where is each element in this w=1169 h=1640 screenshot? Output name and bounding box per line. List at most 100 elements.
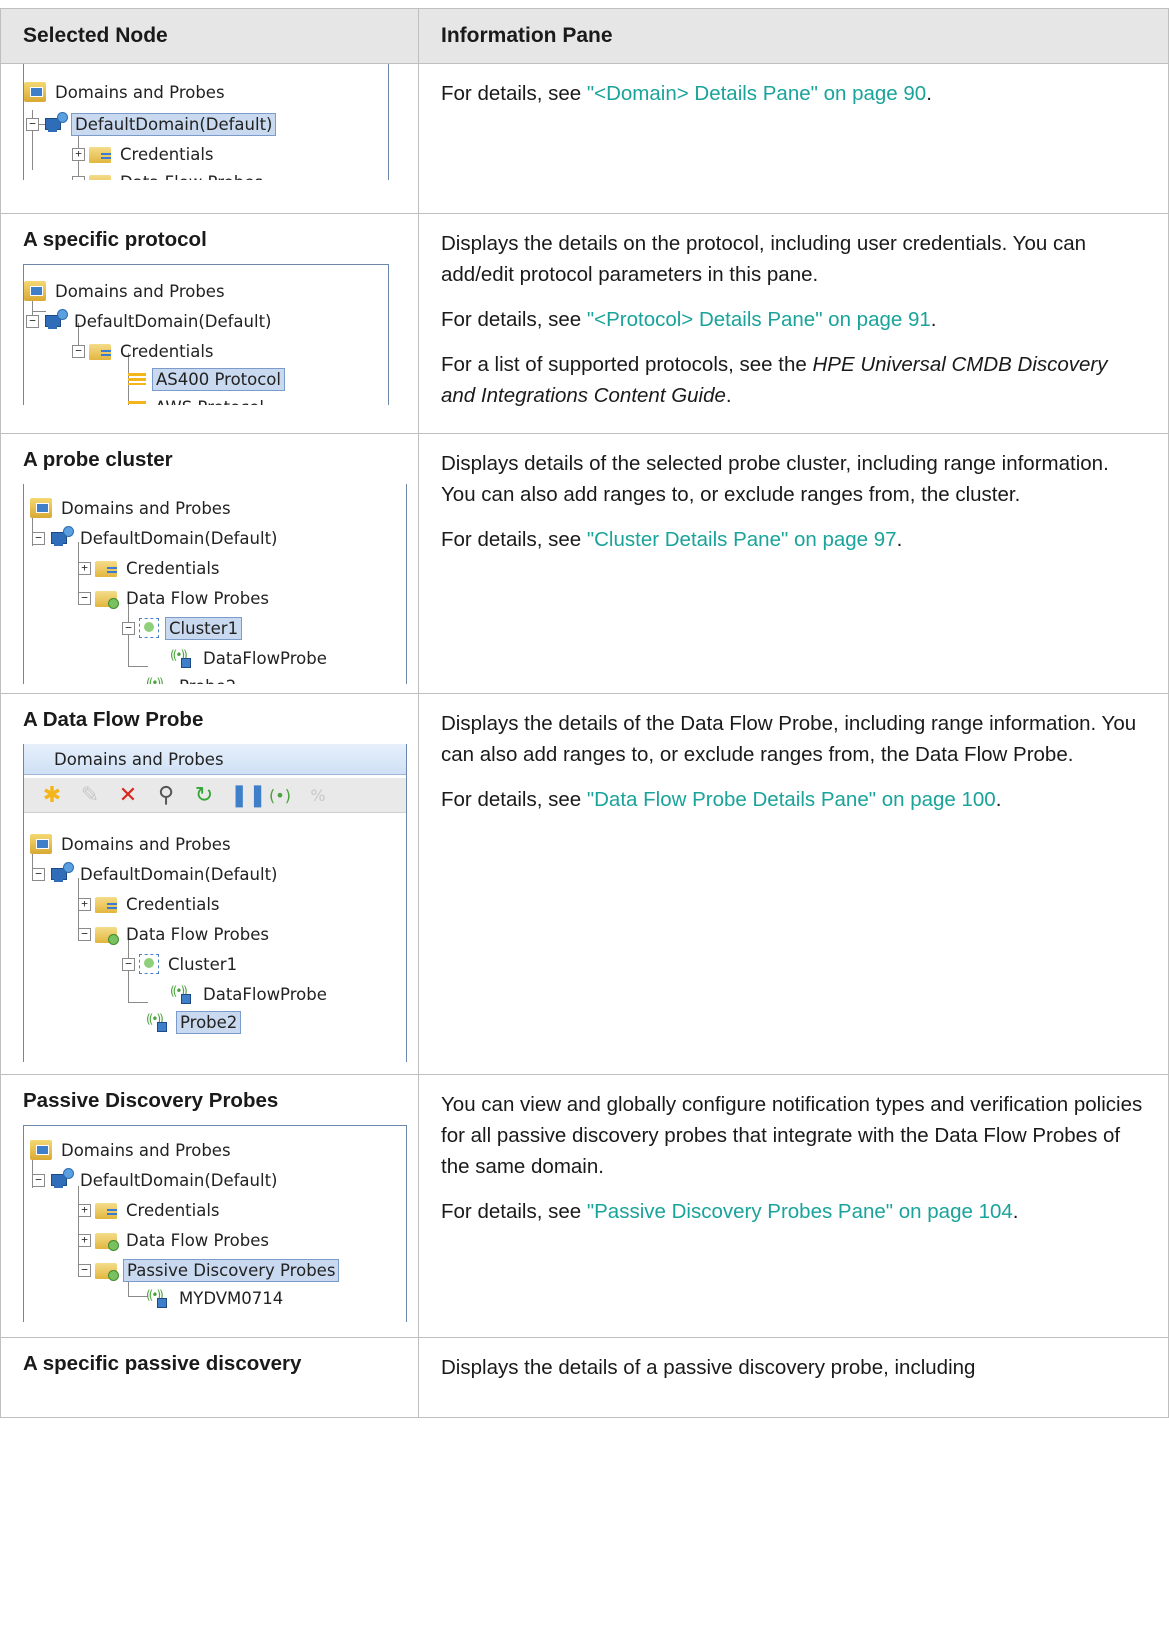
panel-toolbar: ✱ ✎ ✕ ⚲ ↻ ❚❚ (•) %	[24, 778, 406, 813]
tree-node-label: DataFlowProbe	[203, 984, 327, 1004]
domain-icon	[49, 526, 74, 548]
tree-node-default-domain[interactable]: − DefaultDomain(Default)	[32, 860, 280, 888]
probe-disabled-icon[interactable]: %	[306, 786, 330, 805]
collapse-toggle-icon[interactable]: −	[122, 957, 135, 971]
tree-node-label: DataFlowProbe	[203, 648, 327, 668]
tree-node-label: DefaultDomain(Default)	[71, 112, 277, 136]
probe-icon	[146, 676, 170, 684]
collapse-toggle-icon[interactable]: −	[26, 314, 39, 328]
tree-node-credentials[interactable]: + Credentials	[78, 1196, 223, 1224]
collapse-toggle-icon[interactable]: −	[32, 867, 45, 881]
information-pane-cell: Displays the details of the Data Flow Pr…	[418, 693, 1169, 1075]
tree-node-cluster1[interactable]: − Cluster1	[122, 614, 243, 642]
tree-node-data-flow-probes[interactable]: − Data Flow Probes	[72, 168, 266, 180]
selected-node-cell: A specific protocol Domains and Probes −…	[0, 213, 419, 434]
tree-node-data-flow-probes[interactable]: − Data Flow Probes	[78, 584, 272, 612]
tree-node-probe2[interactable]: Probe2	[146, 672, 239, 685]
cross-reference-link[interactable]: "Cluster Details Pane" on page 97	[587, 528, 897, 551]
expand-toggle-icon[interactable]: +	[72, 147, 85, 161]
collapse-toggle-icon[interactable]: −	[72, 175, 85, 180]
tree-node-label: Domains and Probes	[55, 82, 225, 102]
tree-node-credentials[interactable]: + Credentials	[78, 890, 223, 918]
info-paragraph: For details, see "Passive Discovery Prob…	[441, 1200, 1019, 1223]
expand-toggle-icon[interactable]: +	[78, 897, 91, 911]
tree-node-label: Probe2	[176, 676, 239, 685]
edit-icon[interactable]: ✎	[78, 783, 102, 808]
table-row: A probe cluster Domains and Probes − Def…	[0, 433, 1169, 694]
cross-reference-link[interactable]: "<Protocol> Details Pane" on page 91	[587, 308, 931, 331]
expand-toggle-icon[interactable]: +	[78, 561, 91, 575]
collapse-toggle-icon[interactable]: −	[32, 531, 45, 545]
cross-reference-link[interactable]: "<Domain> Details Pane" on page 90	[587, 82, 926, 105]
tree-node-label: Credentials	[126, 558, 220, 578]
tree-node-dataflowprobe[interactable]: DataFlowProbe	[170, 980, 330, 1008]
tree-node-default-domain[interactable]: − DefaultDomain(Default)	[26, 307, 274, 335]
tree-node-label: Credentials	[120, 144, 214, 164]
credentials-folder-icon	[95, 561, 117, 577]
tree-node-default-domain[interactable]: − DefaultDomain(Default)	[32, 1166, 280, 1194]
tree-node-probe2[interactable]: Probe2	[146, 1008, 242, 1036]
collapse-toggle-icon[interactable]: −	[26, 117, 39, 131]
probes-folder-icon	[95, 1233, 119, 1251]
collapse-toggle-icon[interactable]: −	[78, 1263, 91, 1277]
selected-node-cell: A probe cluster Domains and Probes − Def…	[0, 433, 419, 694]
collapse-toggle-icon[interactable]: −	[122, 621, 135, 635]
delete-icon[interactable]: ✕	[116, 783, 140, 808]
tree-node-credentials[interactable]: + Credentials	[72, 140, 217, 168]
collapse-toggle-icon[interactable]: −	[78, 927, 91, 941]
collapse-toggle-icon[interactable]: −	[32, 1173, 45, 1187]
tree-node-mydvm0714[interactable]: MYDVM0714	[146, 1284, 286, 1312]
tree-node-credentials[interactable]: + Credentials	[78, 554, 223, 582]
table-row: A Data Flow Probe Domains and Probes ✱ ✎…	[0, 693, 1169, 1075]
expand-toggle-icon[interactable]: +	[78, 1203, 91, 1217]
refresh-icon[interactable]: ↻	[192, 783, 216, 808]
tree-node-default-domain[interactable]: − DefaultDomain(Default)	[32, 524, 280, 552]
tree-node-label: DefaultDomain(Default)	[80, 864, 278, 884]
selected-node-cell: Domains and Probes − DefaultDomain(Defau…	[0, 63, 419, 214]
table-header-row: Selected Node Information Pane	[0, 8, 1169, 64]
tree-node-domains-root[interactable]: Domains and Probes	[24, 277, 228, 305]
new-icon[interactable]: ✱	[40, 783, 64, 808]
tree-node-label: DefaultDomain(Default)	[80, 528, 278, 548]
cluster-icon	[139, 954, 159, 974]
tree-node-dataflowprobe[interactable]: DataFlowProbe	[170, 644, 330, 672]
tree-node-label: Domains and Probes	[55, 281, 225, 301]
tree-node-label: DefaultDomain(Default)	[80, 1170, 278, 1190]
tree-node-data-flow-probes[interactable]: − Data Flow Probes	[78, 920, 272, 948]
tree-node-domains-root[interactable]: Domains and Probes	[24, 78, 228, 106]
information-pane-cell: For details, see "<Domain> Details Pane"…	[418, 63, 1169, 214]
domain-icon	[43, 112, 68, 134]
domains-folder-icon	[30, 498, 52, 518]
cross-reference-link[interactable]: "Passive Discovery Probes Pane" on page …	[587, 1200, 1013, 1223]
table-row: Passive Discovery Probes Domains and Pro…	[0, 1074, 1169, 1338]
collapse-toggle-icon[interactable]: −	[78, 591, 91, 605]
tree-node-as400-protocol[interactable]: AS400 Protocol	[128, 365, 285, 393]
cross-reference-link[interactable]: "Data Flow Probe Details Pane" on page 1…	[587, 788, 996, 811]
selected-node-cell: Passive Discovery Probes Domains and Pro…	[0, 1074, 419, 1338]
collapse-toggle-icon[interactable]: −	[72, 344, 85, 358]
tree-node-passive-discovery-probes[interactable]: − Passive Discovery Probes	[78, 1256, 340, 1284]
tree-node-cluster1[interactable]: − Cluster1	[122, 950, 240, 978]
domain-icon	[49, 1168, 74, 1190]
probe-icon[interactable]: (•)	[268, 786, 292, 805]
cluster-icon	[139, 618, 159, 638]
tree-node-domains-root[interactable]: Domains and Probes	[30, 494, 234, 522]
tree-node-domains-root[interactable]: Domains and Probes	[30, 830, 234, 858]
node-title: A Data Flow Probe	[23, 708, 204, 731]
tree-node-label: AS400 Protocol	[152, 367, 285, 391]
expand-toggle-icon[interactable]: +	[78, 1233, 91, 1247]
suspend-icon[interactable]: ❚❚	[230, 783, 267, 808]
tree-node-default-domain[interactable]: − DefaultDomain(Default)	[26, 110, 277, 138]
tree-node-domains-root[interactable]: Domains and Probes	[30, 1136, 234, 1164]
tree-node-aws-protocol[interactable]: AWS Protocol	[128, 393, 267, 405]
tree-node-label: Data Flow Probes	[126, 588, 269, 608]
probes-folder-icon	[95, 927, 119, 945]
search-icon[interactable]: ⚲	[154, 783, 178, 808]
tree-node-data-flow-probes[interactable]: + Data Flow Probes	[78, 1226, 272, 1254]
domains-folder-icon	[30, 1140, 52, 1160]
node-title: A specific protocol	[23, 228, 207, 251]
tree-node-credentials[interactable]: − Credentials	[72, 337, 217, 365]
information-pane-cell: Displays the details on the protocol, in…	[418, 213, 1169, 434]
protocol-icon	[128, 397, 146, 405]
info-paragraph: You can view and globally configure noti…	[441, 1093, 1143, 1178]
